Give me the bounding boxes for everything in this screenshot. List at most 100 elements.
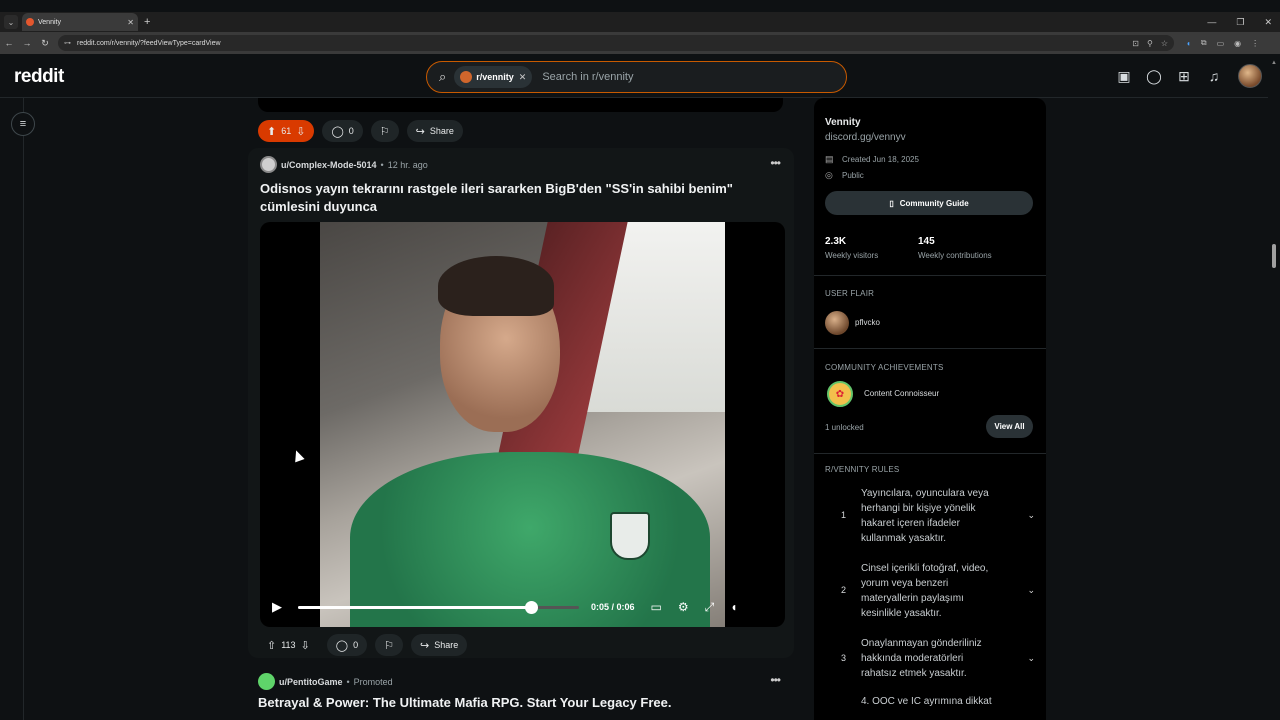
guide-label: Community Guide bbox=[899, 198, 969, 208]
create-post-icon[interactable]: ⊞ bbox=[1176, 68, 1192, 84]
browser-menu-icon[interactable]: ⋮ bbox=[1251, 39, 1259, 48]
reload-icon[interactable]: ↻ bbox=[36, 38, 54, 49]
rule-item[interactable]: 3 Onaylanmayan gönderiliniz hakkında mod… bbox=[825, 636, 1035, 684]
vote-count: 61 bbox=[281, 126, 292, 136]
divider bbox=[814, 275, 1046, 276]
scroll-up-icon[interactable]: ▲ bbox=[1271, 60, 1277, 66]
forward-icon[interactable]: → bbox=[18, 38, 36, 48]
new-tab-button[interactable]: + bbox=[144, 16, 150, 28]
video-player[interactable]: ▶ 0:05 / 0:06 ▭ ⚙ ⤢ ◖ bbox=[260, 222, 785, 627]
divider bbox=[814, 453, 1046, 454]
award-icon: ⚐ bbox=[384, 639, 394, 652]
site-info-icon[interactable]: ⊶ bbox=[64, 39, 71, 47]
share-button[interactable]: ↪ Share bbox=[406, 120, 463, 142]
share-button[interactable]: ↪ Share bbox=[411, 634, 468, 656]
video-progress-bar[interactable] bbox=[298, 600, 579, 614]
promoted-post-meta: u/PentitoGame • Promoted bbox=[258, 673, 393, 690]
reddit-logo[interactable]: reddit bbox=[14, 66, 64, 88]
award-button[interactable]: ⚐ bbox=[375, 634, 403, 656]
upvote-icon[interactable]: ⇧ bbox=[267, 639, 276, 652]
feed: ⬆ 61 ⇩ ◯ 0 ⚐ ↪ Share u/Complex-Mode-5014… bbox=[246, 98, 796, 720]
user-avatar[interactable] bbox=[1238, 64, 1262, 88]
chip-close-icon[interactable]: ✕ bbox=[519, 72, 527, 83]
post-time: 12 hr. ago bbox=[387, 159, 428, 170]
close-window-icon[interactable]: ✕ bbox=[1264, 17, 1272, 28]
post-author[interactable]: u/Complex-Mode-5014 bbox=[281, 160, 377, 170]
bookmark-star-icon[interactable]: ☆ bbox=[1161, 39, 1168, 48]
weekly-visitors-label: Weekly visitors bbox=[825, 251, 879, 260]
install-app-icon[interactable]: ⊡ bbox=[1132, 39, 1139, 48]
meta-separator: • bbox=[380, 159, 384, 170]
settings-gear-icon[interactable]: ⚙ bbox=[678, 600, 689, 615]
tab-search-icon[interactable]: ⌄ bbox=[4, 15, 18, 29]
rule-text-partial[interactable]: 4. OOC ve IC ayrımına dikkat bbox=[861, 696, 992, 707]
tab-title: Vennity bbox=[38, 18, 61, 26]
url-bar[interactable]: ⊶ reddit.com/r/vennity/?feedViewType=car… bbox=[58, 35, 1174, 51]
promoted-title[interactable]: Betrayal & Power: The Ultimate Mafia RPG… bbox=[258, 695, 782, 710]
rule-item[interactable]: 2 Cinsel içerikli fotoğraf, video, yorum… bbox=[825, 561, 1035, 623]
fullscreen-icon[interactable]: ⤢ bbox=[705, 600, 715, 615]
community-guide-button[interactable]: ▯ Community Guide bbox=[825, 191, 1033, 215]
promoted-author[interactable]: u/PentitoGame bbox=[279, 677, 343, 687]
post-options-icon[interactable]: ••• bbox=[770, 156, 781, 170]
zoom-icon[interactable]: ⚲ bbox=[1147, 39, 1153, 48]
extensions-puzzle-icon[interactable]: ⧉ bbox=[1201, 38, 1207, 48]
rule-number: 2 bbox=[841, 585, 847, 595]
hamburger-menu-icon[interactable]: ≡ bbox=[11, 112, 35, 136]
vote-pill: ⇧ 113 ⇩ bbox=[258, 634, 319, 656]
chevron-down-icon[interactable]: ⌄ bbox=[1027, 653, 1035, 664]
scrollbar-thumb[interactable] bbox=[1272, 244, 1276, 268]
video-time: 0:05 / 0:06 bbox=[591, 602, 635, 612]
unlocked-count: 1 unlocked bbox=[825, 423, 864, 432]
comment-icon: ◯ bbox=[331, 125, 344, 138]
achievement-badge-icon: ✿ bbox=[827, 381, 853, 407]
url-text[interactable]: reddit.com/r/vennity/?feedViewType=cardV… bbox=[77, 40, 1124, 47]
comments-button[interactable]: ◯ 0 bbox=[326, 634, 368, 656]
weekly-contributions-count: 145 bbox=[918, 236, 935, 247]
post-title[interactable]: Odisnos yayın tekrarını rastgele ileri s… bbox=[260, 180, 784, 216]
share-label: Share bbox=[429, 126, 454, 136]
browser-tab[interactable]: Vennity ✕ bbox=[22, 13, 138, 31]
search-input[interactable]: Search in r/vennity bbox=[542, 71, 633, 83]
flair-name[interactable]: pflvcko bbox=[855, 318, 880, 327]
video-scrubber-handle[interactable] bbox=[525, 600, 539, 614]
video-frame bbox=[320, 222, 725, 627]
rule-item[interactable]: 1 Yayıncılara, oyunculara veya herhangi … bbox=[825, 486, 1035, 548]
chip-label: r/vennity bbox=[476, 72, 514, 82]
comments-button[interactable]: ◯ 0 bbox=[322, 120, 363, 142]
chevron-down-icon[interactable]: ⌄ bbox=[1027, 510, 1035, 521]
promoted-options-icon[interactable]: ••• bbox=[770, 673, 781, 687]
restore-icon[interactable]: ❐ bbox=[1236, 17, 1244, 28]
author-avatar[interactable] bbox=[260, 156, 277, 173]
video-icons: ▭ ⚙ ⤢ ◖ bbox=[651, 600, 738, 615]
view-all-button[interactable]: View All bbox=[986, 415, 1033, 438]
achievement-name[interactable]: Content Connoisseur bbox=[864, 389, 939, 398]
chevron-down-icon[interactable]: ⌄ bbox=[1027, 585, 1035, 596]
post-meta: u/Complex-Mode-5014 • 12 hr. ago bbox=[260, 156, 428, 173]
header-actions: ▣ ◯ ⊞ ♫ bbox=[1116, 68, 1222, 85]
captions-icon[interactable]: ▭ bbox=[651, 600, 662, 615]
play-icon[interactable]: ▶ bbox=[272, 599, 282, 615]
community-link[interactable]: discord.gg/vennyv bbox=[825, 132, 906, 143]
rule-text: Onaylanmayan gönderiliniz hakkında moder… bbox=[861, 638, 982, 679]
tab-close-icon[interactable]: ✕ bbox=[127, 18, 134, 27]
search-bar[interactable]: ⌕ r/vennity ✕ Search in r/vennity bbox=[426, 61, 847, 93]
award-button[interactable]: ⚐ bbox=[370, 120, 399, 142]
advertise-icon[interactable]: ▣ bbox=[1116, 68, 1132, 84]
tab-groups-icon[interactable]: ▭ bbox=[1217, 39, 1225, 48]
promoted-author-avatar[interactable] bbox=[258, 673, 275, 690]
post-card[interactable]: u/Complex-Mode-5014 • 12 hr. ago ••• Odi… bbox=[248, 148, 794, 658]
subreddit-search-chip[interactable]: r/vennity ✕ bbox=[454, 66, 533, 88]
downvote-icon[interactable]: ⇩ bbox=[296, 125, 305, 138]
left-rail bbox=[0, 98, 24, 720]
extension-icon[interactable]: ◖ bbox=[1186, 39, 1191, 48]
profile-icon[interactable]: ◉ bbox=[1234, 39, 1241, 48]
back-icon[interactable]: ← bbox=[0, 38, 18, 48]
chat-icon[interactable]: ◯ bbox=[1146, 68, 1162, 84]
upvote-icon[interactable]: ⬆ bbox=[267, 125, 276, 138]
notifications-bell-icon[interactable]: ♫ bbox=[1206, 68, 1222, 84]
volume-icon[interactable]: ◖ bbox=[730, 600, 737, 615]
page-scrollbar[interactable]: ▲ bbox=[1268, 56, 1280, 720]
minimize-icon[interactable]: — bbox=[1207, 17, 1216, 27]
downvote-icon[interactable]: ⇩ bbox=[301, 639, 310, 652]
